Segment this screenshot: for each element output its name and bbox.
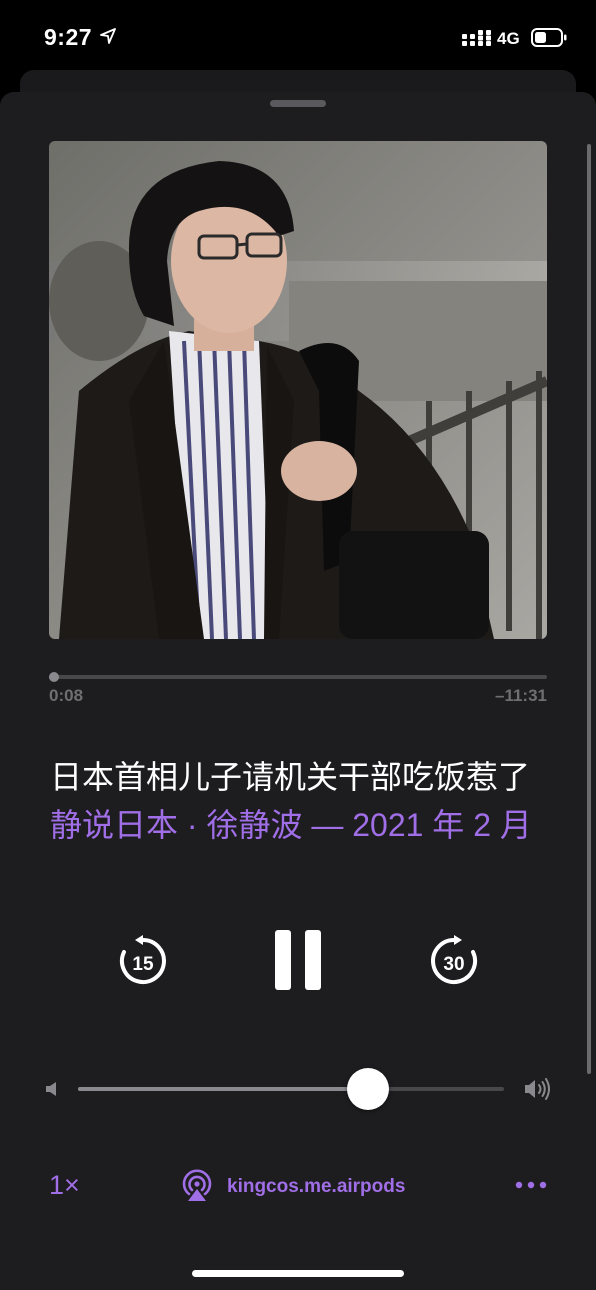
skip-forward-icon: 30	[431, 935, 477, 984]
home-indicator[interactable]	[192, 1270, 404, 1277]
status-time: 9:27	[44, 24, 93, 50]
artwork-illustration	[49, 141, 547, 639]
volume-fill	[78, 1087, 368, 1091]
now-playing-sheet: 0:08 –11:31 日本首相儿子请机关干部吃饭惹了 静说日本 · 徐静波 —…	[0, 92, 596, 1290]
remaining-time: –11:31	[495, 686, 547, 705]
skip-back-icon: 15	[120, 935, 166, 984]
airplay-device-label[interactable]: kingcos.me.airpods	[227, 1176, 405, 1198]
status-bar: 9:27 4G	[0, 0, 596, 80]
volume-slider[interactable]	[78, 1068, 504, 1110]
scroll-indicator	[587, 144, 591, 1074]
network-type: 4G	[497, 29, 520, 48]
skip-forward-seconds: 30	[443, 954, 464, 975]
playback-progress-bar[interactable]	[49, 672, 547, 682]
skip-forward-button[interactable]: 30	[427, 934, 481, 988]
pause-button[interactable]	[273, 928, 323, 992]
sheet-grabber[interactable]	[270, 100, 326, 107]
episode-artwork	[49, 141, 547, 639]
progress-knob[interactable]	[49, 672, 60, 682]
pause-icon	[275, 930, 321, 990]
battery-icon	[531, 28, 567, 47]
elapsed-time: 0:08	[49, 686, 84, 705]
show-and-date-link[interactable]: 静说日本 · 徐静波 — 2021 年 2 月	[50, 800, 572, 846]
volume-knob[interactable]	[346, 1068, 389, 1110]
airplay-audio-icon[interactable]	[180, 1168, 214, 1202]
playback-speed-button[interactable]: 1×	[49, 1170, 80, 1201]
ellipsis-icon[interactable]	[515, 1180, 547, 1190]
skip-back-seconds: 15	[132, 954, 154, 975]
skip-back-button[interactable]: 15	[116, 934, 170, 988]
volume-high-icon	[525, 1078, 550, 1100]
volume-low-icon	[46, 1082, 56, 1096]
episode-title: 日本首相儿子请机关干部吃饭惹了	[50, 759, 531, 795]
cellular-signal-icon	[462, 30, 491, 46]
location-arrow-icon	[100, 28, 116, 44]
